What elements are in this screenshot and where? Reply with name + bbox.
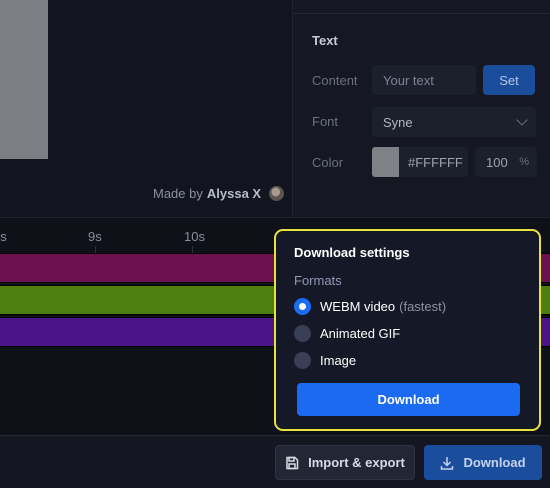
font-label: Font xyxy=(312,114,339,129)
opacity-unit: % xyxy=(519,156,529,168)
import-export-button[interactable]: Import & export xyxy=(275,445,415,480)
set-button[interactable]: Set xyxy=(483,65,535,95)
format-option-webm[interactable]: WEBM video (fastest) xyxy=(294,298,446,315)
timeline-tick: 9s xyxy=(88,229,102,244)
made-by-credit[interactable]: Made by Alyssa X xyxy=(153,186,285,201)
radio-selected-icon[interactable] xyxy=(294,298,311,315)
content-input[interactable]: Your text xyxy=(372,65,476,95)
formats-label: Formats xyxy=(294,273,342,288)
section-title-text: Text xyxy=(312,33,338,48)
font-select[interactable]: Syne xyxy=(372,107,536,137)
radio-unselected-icon[interactable] xyxy=(294,325,311,342)
radio-unselected-icon[interactable] xyxy=(294,352,311,369)
download-label: Download xyxy=(463,455,526,470)
color-label: Color xyxy=(312,155,344,170)
download-icon xyxy=(441,456,454,470)
format-option-label: WEBM video xyxy=(320,299,396,314)
canvas-content xyxy=(0,0,48,159)
made-by-prefix: Made by xyxy=(153,186,203,201)
save-icon xyxy=(286,456,299,469)
timeline-tick: 10s xyxy=(184,229,205,244)
download-settings-popup: Download settings Formats WEBM video (fa… xyxy=(274,229,541,431)
avatar xyxy=(269,186,285,201)
color-hex-input[interactable]: #FFFFFF xyxy=(399,147,468,177)
download-button[interactable]: Download xyxy=(424,445,542,480)
color-swatch[interactable] xyxy=(372,147,399,177)
format-option-image[interactable]: Image xyxy=(294,352,356,369)
panel-divider xyxy=(293,13,550,14)
content-placeholder: Your text xyxy=(383,72,434,88)
format-option-label: Animated GIF xyxy=(320,326,401,341)
import-export-label: Import & export xyxy=(308,455,405,470)
made-by-name: Alyssa X xyxy=(206,186,262,201)
format-option-gif[interactable]: Animated GIF xyxy=(294,325,400,342)
bottom-bar: Import & export Download xyxy=(0,435,550,488)
color-hex-value: #FFFFFF xyxy=(408,154,463,170)
popup-download-button[interactable]: Download xyxy=(297,383,520,416)
properties-panel: Text Content Your text Set Font Syne Col… xyxy=(292,0,550,217)
chevron-down-icon xyxy=(516,114,528,126)
font-value: Syne xyxy=(383,114,413,130)
canvas-preview: Made by Alyssa X xyxy=(0,0,292,217)
popup-title: Download settings xyxy=(294,245,410,260)
timeline-tick: 8s xyxy=(0,229,7,244)
format-option-label: Image xyxy=(320,353,357,368)
content-label: Content xyxy=(312,73,358,88)
format-option-hint: (fastest) xyxy=(399,299,447,314)
opacity-input[interactable]: 100 % xyxy=(475,147,537,177)
opacity-value: 100 xyxy=(486,154,508,170)
